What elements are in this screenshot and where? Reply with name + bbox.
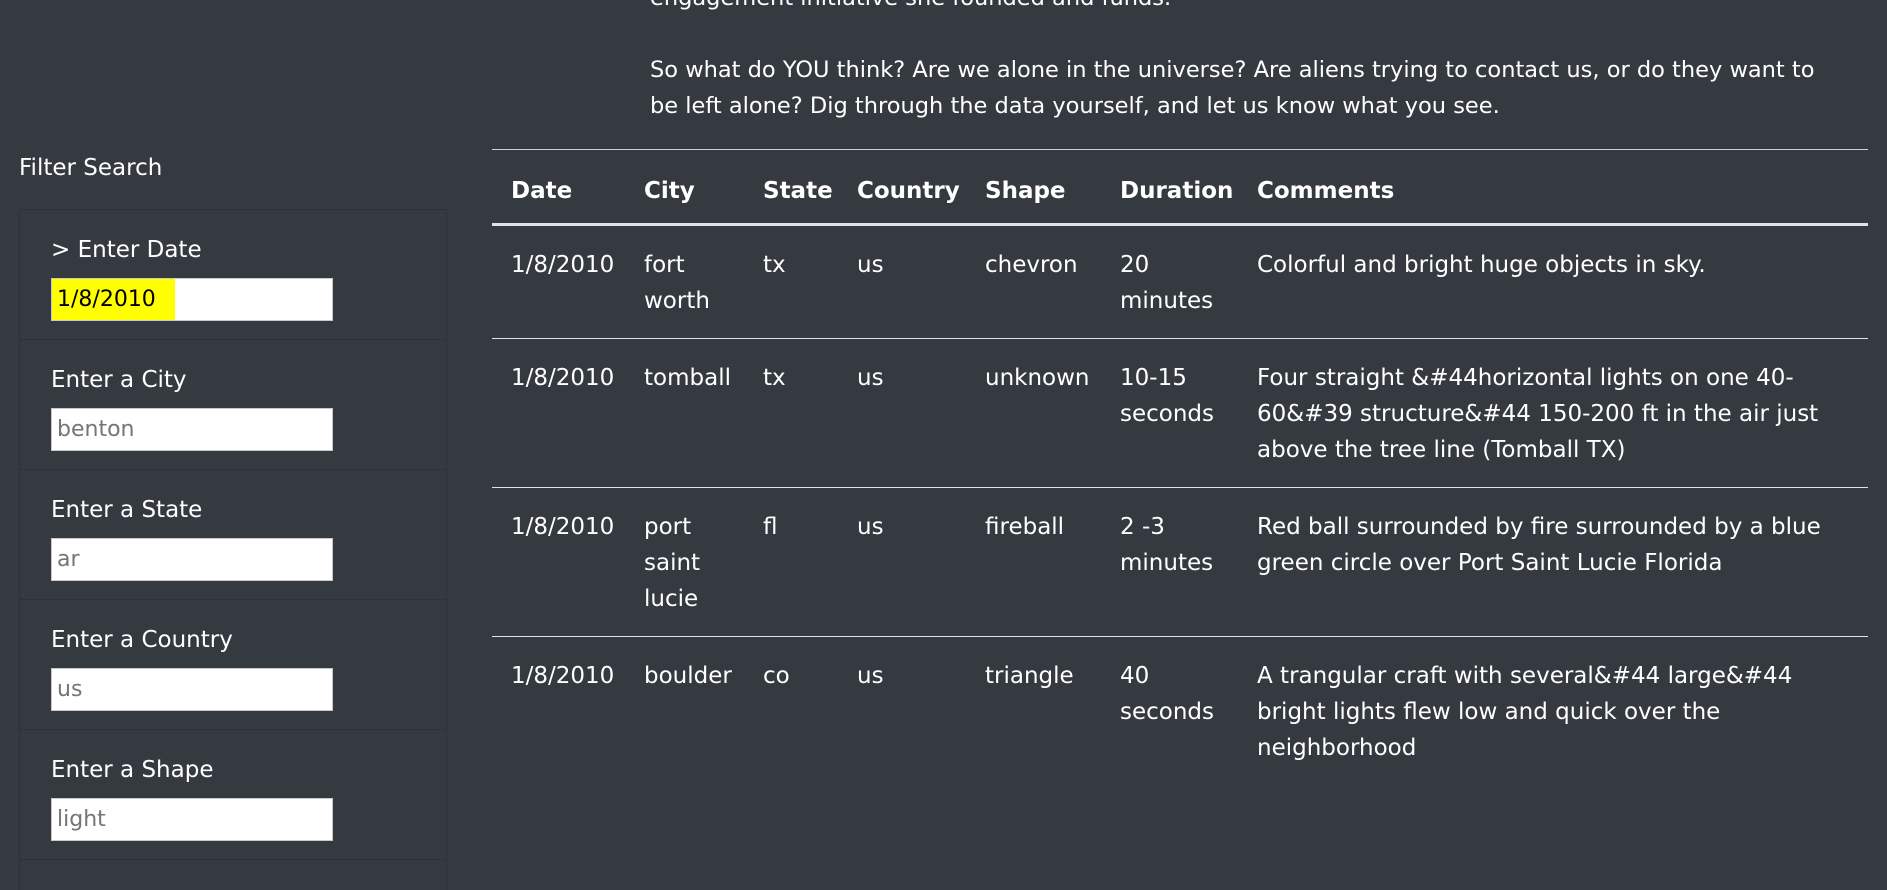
cell-date: 1/8/2010: [511, 514, 615, 540]
shape-filter-label: Enter a Shape: [51, 757, 214, 783]
city-filter-input[interactable]: [51, 408, 333, 451]
header-state: State: [763, 178, 833, 204]
header-shape: Shape: [985, 178, 1066, 204]
table-row: 1/8/2010 boulder co us triangle 40 secon…: [492, 637, 1868, 786]
cell-state: tx: [763, 365, 786, 391]
cell-country: us: [857, 514, 884, 540]
cell-city: port saint lucie: [644, 514, 701, 612]
cell-city: boulder: [644, 663, 732, 689]
ufo-sightings-table: Date City State Country Shape Duration C…: [492, 149, 1868, 785]
cell-shape: triangle: [985, 663, 1074, 689]
cell-state: co: [763, 663, 790, 689]
filter-item-country: Enter a Country: [20, 600, 446, 730]
header-city: City: [644, 178, 695, 204]
cell-duration: 2 -3 minutes: [1120, 514, 1214, 576]
cell-comments: Red ball surrounded by fire surrounded b…: [1257, 514, 1821, 576]
table-row: 1/8/2010 port saint lucie fl us fireball…: [492, 488, 1868, 637]
header-duration: Duration: [1120, 178, 1234, 204]
date-filter-label: > Enter Date: [51, 237, 202, 263]
table-row: 1/8/2010 tomball tx us unknown 10-15 sec…: [492, 339, 1868, 488]
state-filter-label: Enter a State: [51, 497, 203, 523]
country-filter-input[interactable]: [51, 668, 333, 711]
date-filter-input[interactable]: [51, 278, 333, 321]
city-filter-label: Enter a City: [51, 367, 187, 393]
table-row: 1/8/2010 fort worth tx us chevron 20 min…: [492, 225, 1868, 339]
cell-duration: 10-15 seconds: [1120, 365, 1215, 427]
cell-shape: unknown: [985, 365, 1090, 391]
cell-state: fl: [763, 514, 778, 540]
cell-shape: chevron: [985, 252, 1078, 278]
filter-list: > Enter Date Enter a City Enter a State …: [19, 209, 447, 890]
cell-shape: fireball: [985, 514, 1065, 540]
country-filter-label: Enter a Country: [51, 627, 233, 653]
intro-partial-line: engagement initiative she founded and fu…: [650, 0, 1830, 16]
intro-text: engagement initiative she founded and fu…: [650, 0, 1830, 124]
filter-item-city: Enter a City: [20, 340, 446, 470]
cell-country: us: [857, 252, 884, 278]
cell-comments: Four straight &#44horizontal lights on o…: [1257, 365, 1819, 463]
cell-state: tx: [763, 252, 786, 278]
header-date: Date: [511, 178, 573, 204]
filter-item-shape: Enter a Shape: [20, 730, 446, 860]
shape-filter-input[interactable]: [51, 798, 333, 841]
table-header-row: Date City State Country Shape Duration C…: [492, 149, 1868, 225]
filter-search-title: Filter Search: [19, 155, 163, 181]
cell-city: fort worth: [644, 252, 710, 314]
cell-comments: Colorful and bright huge objects in sky.: [1257, 252, 1706, 278]
cell-date: 1/8/2010: [511, 252, 615, 278]
filter-item-date: > Enter Date: [20, 210, 446, 340]
intro-paragraph: So what do YOU think? Are we alone in th…: [650, 57, 1815, 119]
cell-country: us: [857, 365, 884, 391]
cell-date: 1/8/2010: [511, 365, 615, 391]
state-filter-input[interactable]: [51, 538, 333, 581]
cell-city: tomball: [644, 365, 731, 391]
cell-duration: 20 minutes: [1120, 252, 1214, 314]
cell-comments: A trangular craft with several&#44 large…: [1257, 663, 1793, 761]
header-country: Country: [857, 178, 960, 204]
header-comments: Comments: [1257, 178, 1395, 204]
cell-country: us: [857, 663, 884, 689]
filter-item-state: Enter a State: [20, 470, 446, 600]
cell-duration: 40 seconds: [1120, 663, 1215, 725]
cell-date: 1/8/2010: [511, 663, 615, 689]
ufo-sightings-table-container: Date City State Country Shape Duration C…: [492, 149, 1868, 785]
